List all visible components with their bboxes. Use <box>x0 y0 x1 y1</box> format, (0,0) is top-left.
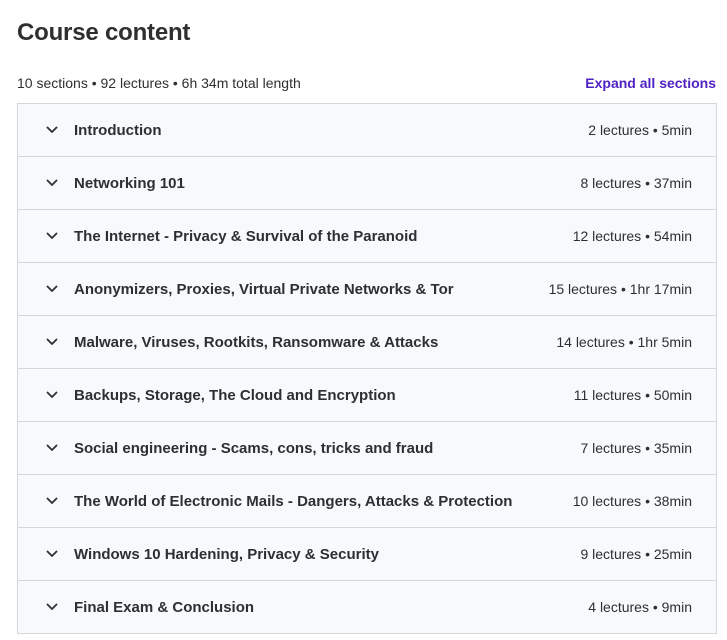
section-row[interactable]: The Internet - Privacy & Survival of the… <box>18 210 716 263</box>
section-row[interactable]: Backups, Storage, The Cloud and Encrypti… <box>18 369 716 422</box>
chevron-down-icon <box>44 440 60 456</box>
section-meta: 11 lectures • 50min <box>573 387 692 403</box>
chevron-down-icon <box>44 546 60 562</box>
course-stats: 10 sections • 92 lectures • 6h 34m total… <box>17 75 301 91</box>
section-row[interactable]: Social engineering - Scams, cons, tricks… <box>18 422 716 475</box>
chevron-down-icon <box>44 334 60 350</box>
section-meta: 8 lectures • 37min <box>580 175 692 191</box>
section-meta: 7 lectures • 35min <box>580 440 692 456</box>
section-row[interactable]: Windows 10 Hardening, Privacy & Security… <box>18 528 716 581</box>
section-row[interactable]: Networking 101 8 lectures • 37min <box>18 157 716 210</box>
course-meta-row: 10 sections • 92 lectures • 6h 34m total… <box>17 72 717 94</box>
chevron-down-icon <box>44 122 60 138</box>
section-title: The Internet - Privacy & Survival of the… <box>74 227 418 245</box>
section-title: Anonymizers, Proxies, Virtual Private Ne… <box>74 280 454 298</box>
page-title: Course content <box>17 19 191 46</box>
section-meta: 4 lectures • 9min <box>588 599 692 615</box>
section-title: Social engineering - Scams, cons, tricks… <box>74 439 434 457</box>
chevron-down-icon <box>44 175 60 191</box>
section-title: Windows 10 Hardening, Privacy & Security <box>74 545 379 563</box>
section-title: Introduction <box>74 121 162 139</box>
section-title: Malware, Viruses, Rootkits, Ransomware &… <box>74 333 439 351</box>
section-row[interactable]: The World of Electronic Mails - Dangers,… <box>18 475 716 528</box>
section-list: Introduction 2 lectures • 5min Networkin… <box>17 103 717 634</box>
section-title: Final Exam & Conclusion <box>74 598 255 616</box>
expand-all-sections-button[interactable]: Expand all sections <box>585 75 716 91</box>
chevron-down-icon <box>44 387 60 403</box>
chevron-down-icon <box>44 281 60 297</box>
section-title: Backups, Storage, The Cloud and Encrypti… <box>74 386 396 404</box>
section-meta: 12 lectures • 54min <box>572 228 692 244</box>
section-meta: 15 lectures • 1hr 17min <box>548 281 692 297</box>
section-meta: 2 lectures • 5min <box>588 122 692 138</box>
chevron-down-icon <box>44 599 60 615</box>
section-row[interactable]: Final Exam & Conclusion 4 lectures • 9mi… <box>18 581 716 634</box>
section-row[interactable]: Malware, Viruses, Rootkits, Ransomware &… <box>18 316 716 369</box>
section-row[interactable]: Introduction 2 lectures • 5min <box>18 104 716 157</box>
section-meta: 10 lectures • 38min <box>572 493 692 509</box>
chevron-down-icon <box>44 228 60 244</box>
section-title: Networking 101 <box>74 174 185 192</box>
section-meta: 14 lectures • 1hr 5min <box>556 334 692 350</box>
section-row[interactable]: Anonymizers, Proxies, Virtual Private Ne… <box>18 263 716 316</box>
section-title: The World of Electronic Mails - Dangers,… <box>74 492 513 510</box>
section-meta: 9 lectures • 25min <box>580 546 692 562</box>
chevron-down-icon <box>44 493 60 509</box>
